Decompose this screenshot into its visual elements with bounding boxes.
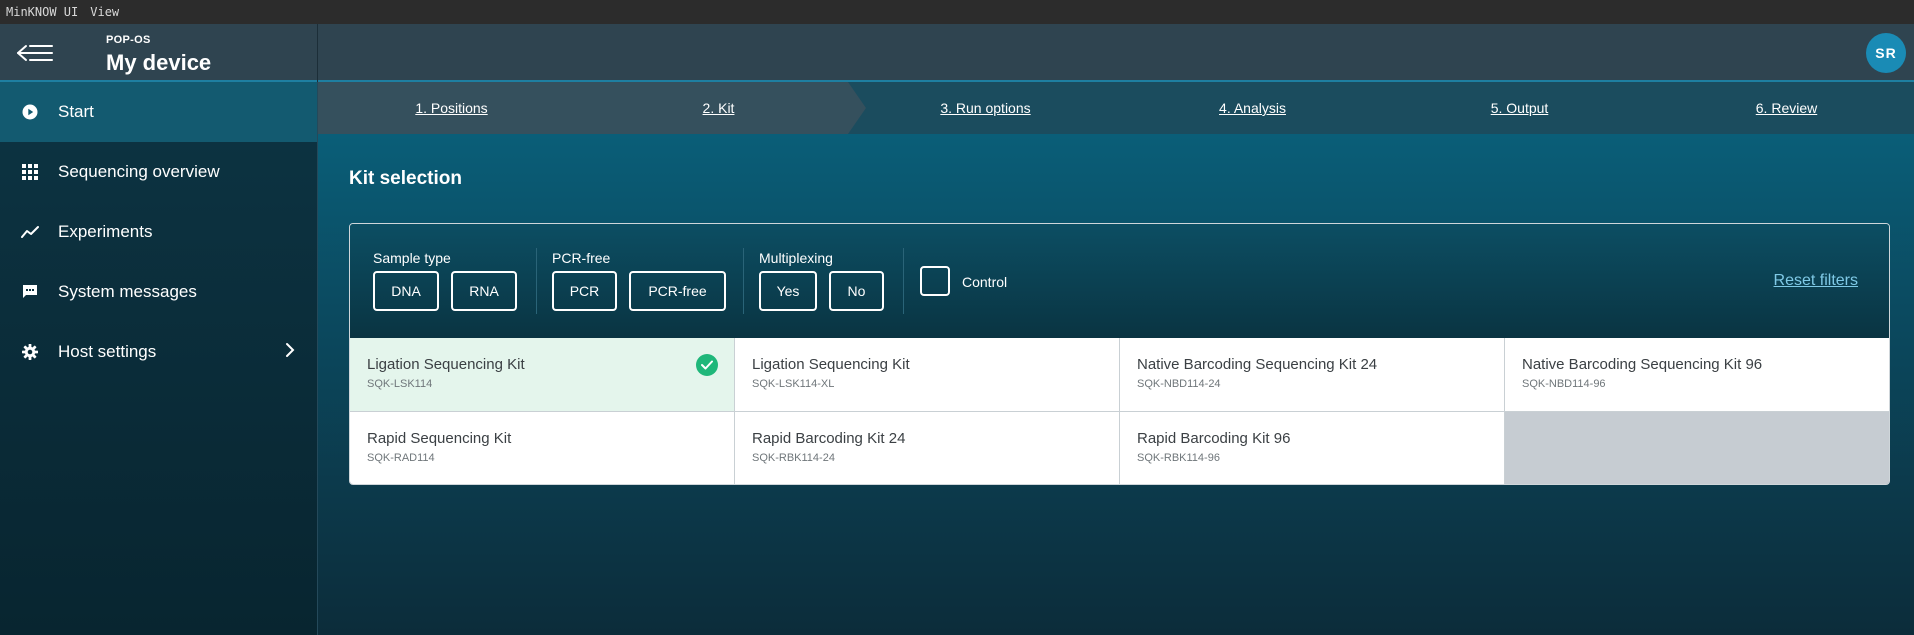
filter-dna-button[interactable]: DNA (373, 271, 439, 311)
header-divider (317, 24, 318, 82)
device-title: My device (106, 50, 212, 75)
kit-name: Rapid Sequencing Kit (367, 430, 512, 447)
sidebar-item-label: Host settings (58, 342, 157, 361)
step-positions[interactable]: 1. Positions (318, 82, 585, 134)
sidebar-item-experiments[interactable]: Experiments (0, 202, 317, 262)
sidebar-item-host-settings[interactable]: Host settings (0, 322, 317, 382)
kit-card[interactable]: Ligation Sequencing Kit SQK-LSK114-XL (735, 338, 1119, 411)
sidebar-item-start[interactable]: Start (0, 82, 317, 142)
kit-card[interactable]: Rapid Sequencing Kit SQK-RAD114 (350, 412, 734, 484)
kit-code: SQK-NBD114-24 (1137, 378, 1221, 390)
filter-yes-button[interactable]: Yes (759, 271, 817, 311)
page-title: Kit selection (349, 168, 462, 189)
step-review[interactable]: 6. Review (1653, 82, 1914, 134)
step-analysis[interactable]: 4. Analysis (1119, 82, 1386, 134)
kit-card[interactable]: Ligation Sequencing Kit SQK-LSK114 (350, 338, 734, 411)
sidebar-item-label: System messages (58, 282, 197, 301)
kit-selection-panel: Sample type DNA RNA PCR-free PCR PCR-fre… (349, 223, 1890, 485)
kit-code: SQK-RBK114-24 (752, 452, 835, 464)
filter-label: Sample type (373, 250, 451, 266)
kit-name: Rapid Barcoding Kit 96 (1137, 430, 1291, 447)
kit-name: Native Barcoding Sequencing Kit 24 (1137, 356, 1378, 373)
filter-label: Multiplexing (759, 250, 833, 266)
trend-line-icon (20, 222, 40, 242)
kit-code: SQK-RAD114 (367, 452, 435, 464)
filter-pcr-button[interactable]: PCR (552, 271, 617, 311)
grid-icon (20, 162, 40, 182)
menu-app[interactable]: MinKNOW UI (0, 5, 84, 19)
control-checkbox[interactable] (920, 266, 950, 296)
filter-pcr: PCR-free PCR PCR-free (552, 250, 726, 311)
kit-name: Native Barcoding Sequencing Kit 96 (1522, 356, 1763, 373)
step-kit[interactable]: 2. Kit (585, 82, 852, 134)
kit-card[interactable]: Rapid Barcoding Kit 24 SQK-RBK114-24 (735, 412, 1119, 484)
kit-card[interactable]: Native Barcoding Sequencing Kit 24 SQK-N… (1120, 338, 1504, 411)
filter-sample-type: Sample type DNA RNA (373, 250, 517, 311)
filter-rna-button[interactable]: RNA (451, 271, 517, 311)
sidebar-item-sequencing-overview[interactable]: Sequencing overview (0, 142, 317, 202)
kit-code: SQK-LSK114-XL (752, 378, 835, 390)
device-host: POP-OS (106, 34, 151, 46)
kit-code: SQK-NBD114-96 (1522, 378, 1606, 390)
chat-bubble-icon (20, 282, 40, 302)
filter-divider (903, 248, 904, 314)
kit-code: SQK-RBK114-96 (1137, 452, 1220, 464)
kit-name: Rapid Barcoding Kit 24 (752, 430, 906, 447)
chevron-right-icon (285, 342, 295, 363)
empty-grid-cell (1505, 412, 1889, 484)
filter-no-button[interactable]: No (829, 271, 884, 311)
kit-grid: Ligation Sequencing Kit SQK-LSK114 Ligat… (350, 338, 1889, 484)
reset-filters-link[interactable]: Reset filters (1774, 272, 1858, 290)
play-circle-icon (20, 102, 40, 122)
filter-pcr-free-button[interactable]: PCR-free (629, 271, 726, 311)
back-arrow-icon (17, 45, 53, 61)
sidebar-item-label: Sequencing overview (58, 162, 220, 181)
setup-stepper: 1. Positions 2. Kit 3. Run options 4. An… (318, 82, 1914, 134)
sidebar-item-system-messages[interactable]: System messages (0, 262, 317, 322)
menu-view[interactable]: View (84, 5, 125, 19)
kit-card[interactable]: Native Barcoding Sequencing Kit 96 SQK-N… (1505, 338, 1889, 411)
filter-multiplexing: Multiplexing Yes No (759, 250, 884, 311)
user-avatar[interactable]: SR (1866, 33, 1906, 73)
kit-name: Ligation Sequencing Kit (752, 356, 910, 373)
back-menu-button[interactable] (16, 38, 56, 68)
kit-code: SQK-LSK114 (367, 378, 433, 390)
menu-bar: MinKNOW UI View (0, 0, 1914, 24)
gear-icon (20, 342, 40, 362)
sidebar-item-label: Experiments (58, 222, 153, 241)
filter-bar: Sample type DNA RNA PCR-free PCR PCR-fre… (350, 224, 1889, 338)
kit-name: Ligation Sequencing Kit (367, 356, 525, 373)
check-icon (696, 354, 718, 376)
filter-divider (536, 248, 537, 314)
step-run-options[interactable]: 3. Run options (852, 82, 1119, 134)
kit-card[interactable]: Rapid Barcoding Kit 96 SQK-RBK114-96 (1120, 412, 1504, 484)
filter-label: PCR-free (552, 250, 611, 266)
app-header: POP-OS My device SR (0, 24, 1914, 82)
control-label: Control (962, 274, 1008, 290)
step-output[interactable]: 5. Output (1386, 82, 1653, 134)
filter-divider (743, 248, 744, 314)
sidebar: Start Sequencing overview Experiments Sy… (0, 82, 318, 635)
sidebar-item-label: Start (58, 102, 94, 121)
main-content: Kit selection Sample type DNA RNA PCR-fr… (318, 134, 1914, 635)
